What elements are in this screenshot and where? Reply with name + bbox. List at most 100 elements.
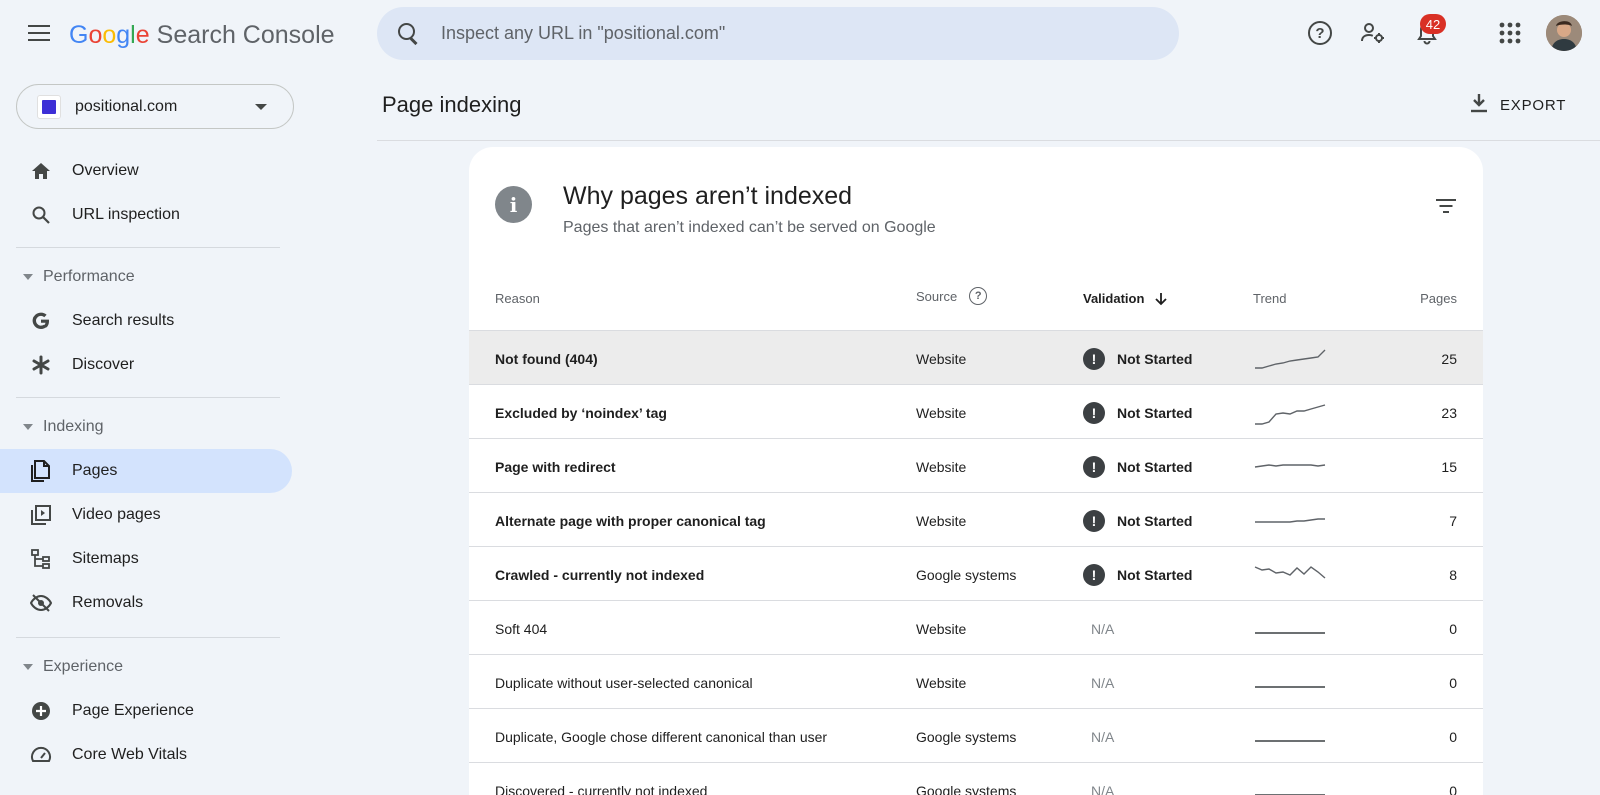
- source-cell: Website: [916, 458, 967, 475]
- sidebar-section-experience[interactable]: Experience: [20, 654, 123, 680]
- sidebar-item-pages[interactable]: Pages: [0, 449, 292, 493]
- reason-cell: Alternate page with proper canonical tag: [495, 512, 766, 529]
- trend-sparkline: [1253, 601, 1327, 656]
- validation-status: N/A: [1091, 728, 1115, 745]
- home-icon: [30, 160, 52, 182]
- sidebar-item-core-web-vitals[interactable]: Core Web Vitals: [0, 733, 292, 777]
- notification-count-badge: 42: [1420, 14, 1446, 34]
- section-label: Performance: [43, 268, 135, 285]
- validation-status: N/A: [1091, 620, 1115, 637]
- alert-icon: !: [1083, 401, 1105, 424]
- sidebar-item-label: Removals: [72, 594, 144, 611]
- section-label: Experience: [43, 658, 124, 675]
- search-icon[interactable]: [397, 22, 421, 46]
- table-row[interactable]: Duplicate, Google chose different canoni…: [469, 708, 1483, 763]
- validation-status: Not Started: [1117, 404, 1193, 421]
- table-row[interactable]: Page with redirect Website! Not Started 15: [469, 438, 1483, 493]
- help-question-icon[interactable]: ?: [969, 287, 988, 305]
- sidebar-section-indexing[interactable]: Indexing: [20, 414, 104, 440]
- sidebar-item-page-experience[interactable]: Page Experience: [0, 689, 292, 733]
- pages-count-cell: 8: [1449, 566, 1457, 583]
- column-header-label: Validation: [1083, 291, 1145, 306]
- asterisk-icon: [30, 354, 52, 376]
- sidebar-item-video-pages[interactable]: Video pages: [0, 493, 292, 537]
- trend-sparkline: [1253, 385, 1327, 440]
- search-icon: [30, 204, 52, 226]
- validation-cell: N/A: [1083, 763, 1114, 795]
- pages-count-cell: 0: [1449, 620, 1457, 637]
- property-name: positional.com: [75, 97, 178, 115]
- table-row[interactable]: Discovered - currently not indexed Google…: [469, 762, 1483, 795]
- export-button[interactable]: EXPORT: [1470, 90, 1566, 120]
- logo-letter: e: [135, 20, 150, 49]
- gauge-icon: [30, 744, 52, 766]
- dropdown-caret-icon: [255, 104, 267, 110]
- trend-line: [1254, 565, 1326, 579]
- google-search-console-logo[interactable]: Google Search Console: [69, 18, 335, 52]
- export-label: EXPORT: [1500, 96, 1567, 114]
- pages-count-cell: 0: [1449, 782, 1457, 795]
- validation-cell: N/A: [1083, 601, 1114, 656]
- column-header-trend[interactable]: Trend: [1253, 291, 1286, 306]
- column-header-source[interactable]: Source ?: [916, 287, 988, 305]
- url-inspection-search[interactable]: [377, 7, 1179, 60]
- source-cell: Google systems: [916, 566, 1017, 583]
- column-header-pages[interactable]: Pages: [1369, 291, 1457, 306]
- logo-letter: g: [116, 20, 131, 49]
- column-header-label: Reason: [495, 291, 540, 306]
- logo-letter: G: [69, 20, 89, 49]
- card-subtitle: Pages that aren’t indexed can’t be serve…: [563, 219, 936, 236]
- sidebar-item-sitemaps[interactable]: Sitemaps: [0, 537, 292, 581]
- trend-sparkline: [1253, 439, 1327, 494]
- sidebar-item-url-inspection[interactable]: URL inspection: [0, 193, 292, 237]
- reason-cell: Page with redirect: [495, 458, 616, 475]
- sidebar-item-discover[interactable]: Discover: [0, 343, 292, 387]
- source-cell: Google systems: [916, 728, 1017, 745]
- column-header-validation[interactable]: Validation: [1083, 291, 1168, 306]
- column-header-label: Trend: [1253, 291, 1287, 306]
- sidebar-item-label: Core Web Vitals: [72, 746, 188, 763]
- sitemap-icon: [30, 548, 52, 570]
- users-settings-icon[interactable]: [1358, 18, 1388, 48]
- sidebar-section-performance[interactable]: Performance: [20, 264, 135, 290]
- table-row[interactable]: Excluded by ‘noindex’ tag Website! Not Sta…: [469, 384, 1483, 439]
- table-row[interactable]: Not found (404) Website! Not Started 25: [469, 330, 1483, 385]
- validation-cell: N/A: [1083, 655, 1114, 710]
- validation-status: Not Started: [1117, 458, 1193, 475]
- sidebar-item-label: Pages: [72, 462, 118, 479]
- sidebar-divider: [16, 397, 280, 398]
- table-row[interactable]: Duplicate without user-selected canonica…: [469, 654, 1483, 709]
- url-inspection-input[interactable]: [441, 23, 1141, 44]
- table-row[interactable]: Crawled - currently not indexed Google sy…: [469, 546, 1483, 601]
- validation-cell: ! Not Started: [1083, 493, 1192, 548]
- table-row[interactable]: Soft 404 Website N/A 0: [469, 600, 1483, 655]
- property-selector[interactable]: positional.com: [16, 84, 294, 129]
- pages-count-cell: 0: [1449, 674, 1457, 691]
- filter-icon[interactable]: [1433, 195, 1459, 217]
- sidebar-item-label: Video pages: [72, 506, 161, 523]
- card-title: Why pages aren’t indexed: [563, 182, 853, 210]
- collapse-caret-icon: [23, 424, 33, 430]
- help-icon[interactable]: ?: [1305, 18, 1335, 48]
- top-bar: Google Search Console ? 42: [0, 0, 1600, 70]
- product-name: Search Console: [156, 20, 335, 49]
- sidebar-divider: [16, 637, 280, 638]
- sidebar-item-search-results[interactable]: Search results: [0, 299, 292, 343]
- sidebar-item-removals[interactable]: Removals: [0, 581, 292, 625]
- source-cell: Website: [916, 674, 967, 691]
- pages-count-cell: 23: [1441, 404, 1457, 421]
- validation-cell: N/A: [1083, 709, 1114, 764]
- validation-status: Not Started: [1117, 350, 1193, 367]
- sidebar-item-label: URL inspection: [72, 206, 180, 223]
- google-g-icon: [30, 310, 52, 332]
- table-row[interactable]: Alternate page with proper canonical tag…: [469, 492, 1483, 547]
- column-header-reason[interactable]: Reason: [495, 291, 540, 306]
- account-avatar[interactable]: [1546, 15, 1582, 51]
- trend-sparkline: [1253, 763, 1327, 795]
- main-menu-icon[interactable]: [22, 20, 56, 46]
- validation-cell: ! Not Started: [1083, 331, 1192, 386]
- sidebar-item-overview[interactable]: Overview: [0, 149, 292, 193]
- validation-cell: ! Not Started: [1083, 547, 1192, 602]
- google-apps-icon[interactable]: [1495, 18, 1525, 48]
- trend-line: [1255, 517, 1325, 523]
